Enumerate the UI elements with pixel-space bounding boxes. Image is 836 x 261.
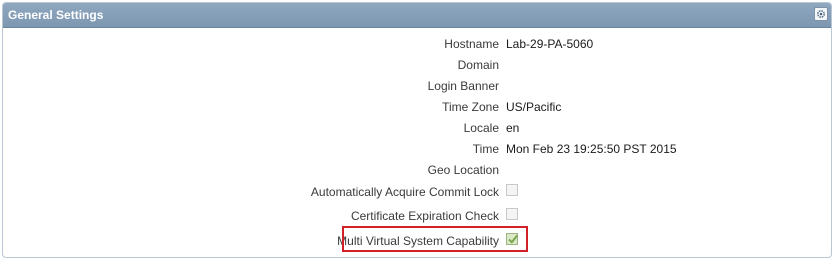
panel-title: General Settings <box>8 8 104 22</box>
row-time-zone: Time Zone US/Pacific <box>3 96 831 117</box>
time-label: Time <box>472 142 499 156</box>
highlight-box <box>342 226 528 252</box>
locale-label: Locale <box>463 121 499 135</box>
row-domain: Domain <box>3 54 831 75</box>
row-geo-location: Geo Location <box>3 159 831 180</box>
locale-value: en <box>506 121 520 135</box>
general-settings-panel: General Settings Hostname Lab-29-PA-5060… <box>2 2 832 258</box>
hostname-label: Hostname <box>444 37 499 51</box>
geo-location-label: Geo Location <box>427 163 499 177</box>
panel-header: General Settings <box>3 3 831 28</box>
row-cert-expiration: Certificate Expiration Check <box>3 205 831 226</box>
domain-label: Domain <box>457 58 499 72</box>
time-zone-value: US/Pacific <box>506 100 562 114</box>
row-commit-lock: Automatically Acquire Commit Lock <box>3 181 831 202</box>
gear-icon[interactable] <box>814 7 828 21</box>
commit-lock-label: Automatically Acquire Commit Lock <box>310 185 499 199</box>
commit-lock-checkbox[interactable] <box>506 184 518 196</box>
hostname-value: Lab-29-PA-5060 <box>506 37 594 51</box>
time-value: Mon Feb 23 19:25:50 PST 2015 <box>506 142 677 156</box>
row-hostname: Hostname Lab-29-PA-5060 <box>3 33 831 54</box>
row-login-banner: Login Banner <box>3 75 831 96</box>
cert-expiration-checkbox[interactable] <box>506 208 518 220</box>
cert-expiration-label: Certificate Expiration Check <box>350 209 499 223</box>
login-banner-label: Login Banner <box>427 79 499 93</box>
row-time: Time Mon Feb 23 19:25:50 PST 2015 <box>3 138 831 159</box>
row-locale: Locale en <box>3 117 831 138</box>
time-zone-label: Time Zone <box>442 100 499 114</box>
